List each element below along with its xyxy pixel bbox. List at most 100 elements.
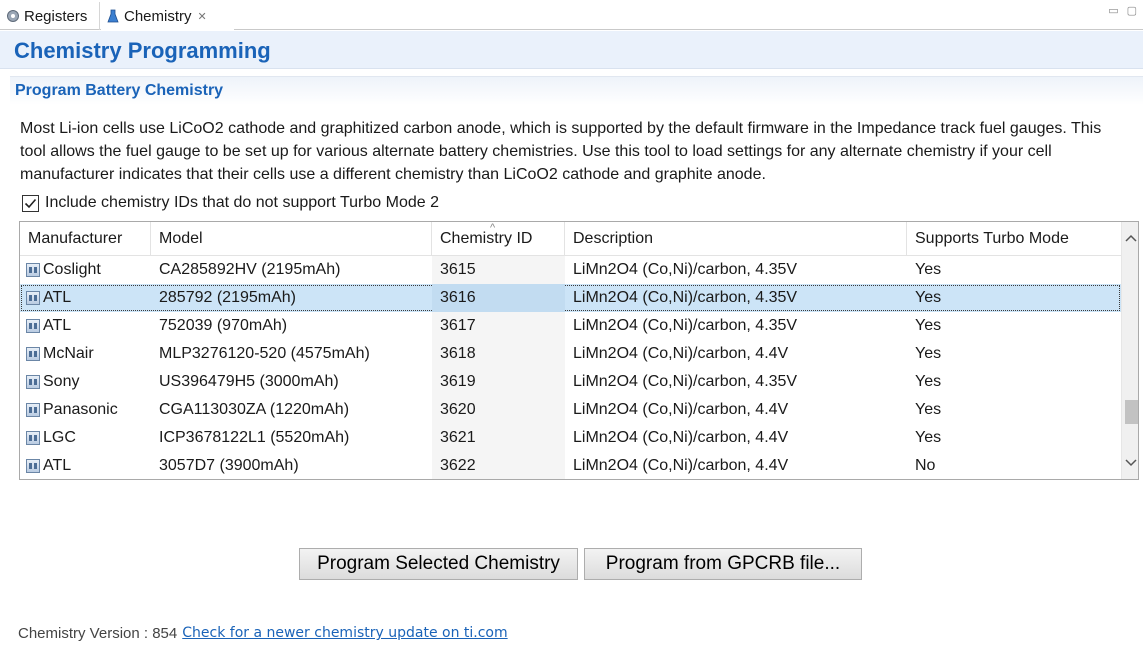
battery-record-icon [26, 375, 40, 389]
cell-manufacturer-text: ATL [43, 317, 72, 334]
cell-description: LiMn2O4 (Co,Ni)/carbon, 4.4V [565, 396, 907, 424]
sort-indicator-icon: ^ [490, 222, 496, 234]
cell-manufacturer: ATL [20, 452, 151, 479]
update-link[interactable]: Check for a newer chemistry update on ti… [182, 625, 507, 642]
cell-manufacturer: Coslight [20, 256, 151, 284]
cell-supports-turbo-text: No [915, 457, 936, 474]
close-tab-icon[interactable]: ✕ [198, 10, 207, 23]
description-text: Most Li-ion cells use LiCoO2 cathode and… [20, 120, 1102, 183]
cell-chemistry-id: 3616 [432, 284, 565, 312]
cell-manufacturer-text: Coslight [43, 261, 101, 278]
cell-manufacturer: Sony [20, 368, 151, 396]
table-row[interactable]: LGC ICP3678122L1 (5520mAh) 3621 LiMn2O4 (Co… [20, 424, 1121, 452]
page-header: Chemistry Programming [0, 31, 1143, 69]
cell-manufacturer: ATL [20, 284, 151, 312]
tab-registers[interactable]: Registers [0, 2, 100, 30]
cell-chemistry-id-text: 3622 [440, 457, 476, 474]
table-row[interactable]: Sony US396479H5 (3000mAh) 3619 LiMn2O4 (Co,… [20, 368, 1121, 396]
cell-model-text: 3057D7 (3900mAh) [159, 457, 299, 474]
include-ids-label: Include chemistry IDs that do not suppor… [45, 194, 439, 211]
cell-description: LiMn2O4 (Co,Ni)/carbon, 4.35V [565, 256, 907, 284]
column-description[interactable]: Description [565, 222, 907, 256]
cell-chemistry-id: 3620 [432, 396, 565, 424]
cell-manufacturer: McNair [20, 340, 151, 368]
cell-supports-turbo-text: Yes [915, 429, 942, 446]
cell-model-text: MLP3276120-520 (4575mAh) [159, 345, 370, 362]
cell-manufacturer-text: LGC [43, 429, 76, 446]
editor-tab-bar: Registers Chemistry ✕ ▭ ▢ [0, 0, 1143, 30]
gear-icon [6, 9, 20, 23]
cell-model: 285792 (2195mAh) [151, 284, 432, 312]
scroll-up-icon[interactable] [1122, 228, 1138, 248]
tab-chemistry-label: Chemistry [124, 7, 192, 25]
cell-manufacturer: ATL [20, 312, 151, 340]
include-ids-checkbox[interactable] [22, 194, 39, 212]
cell-supports-turbo: Yes [907, 256, 1121, 284]
cell-model-text: ICP3678122L1 (5520mAh) [159, 429, 350, 446]
cell-supports-turbo-text: Yes [915, 289, 942, 306]
page-title: Chemistry Programming [14, 38, 271, 63]
cell-description-text: LiMn2O4 (Co,Ni)/carbon, 4.35V [573, 373, 798, 390]
cell-description-text: LiMn2O4 (Co,Ni)/carbon, 4.4V [573, 401, 789, 418]
cell-manufacturer: Panasonic [20, 396, 151, 424]
cell-model: MLP3276120-520 (4575mAh) [151, 340, 432, 368]
column-chemistry-id-label: Chemistry ID [440, 230, 533, 247]
chemistry-table: Manufacturer Model ^ Chemistry ID Descri… [19, 221, 1139, 480]
cell-chemistry-id-text: 3621 [440, 429, 476, 446]
cell-model: 3057D7 (3900mAh) [151, 452, 432, 479]
cell-supports-turbo: Yes [907, 312, 1121, 340]
tab-registers-label: Registers [24, 7, 88, 25]
scroll-down-icon[interactable] [1122, 453, 1138, 473]
program-selected-chemistry-button[interactable]: Program Selected Chemistry [299, 548, 578, 580]
flask-icon [106, 9, 120, 23]
cell-description-text: LiMn2O4 (Co,Ni)/carbon, 4.4V [573, 345, 789, 362]
cell-model-text: 285792 (2195mAh) [159, 289, 296, 306]
column-model[interactable]: Model [151, 222, 432, 256]
cell-manufacturer: LGC [20, 424, 151, 452]
cell-supports-turbo: Yes [907, 284, 1121, 312]
program-from-gpcrb-button[interactable]: Program from GPCRB file... [584, 548, 862, 580]
table-vertical-scrollbar[interactable] [1121, 222, 1138, 479]
cell-description-text: LiMn2O4 (Co,Ni)/carbon, 4.4V [573, 429, 789, 446]
cell-manufacturer-text: Sony [43, 373, 80, 390]
chemistry-version: Chemistry Version : 854 [18, 625, 178, 642]
column-supports-turbo[interactable]: Supports Turbo Mode [907, 222, 1121, 256]
cell-supports-turbo-text: Yes [915, 345, 942, 362]
footer: Chemistry Version : 854 Check for a newe… [18, 625, 508, 642]
section-title: Program Battery Chemistry [15, 82, 224, 99]
column-manufacturer[interactable]: Manufacturer [20, 222, 151, 256]
section-divider [10, 76, 1143, 77]
battery-record-icon [26, 403, 40, 417]
cell-model-text: CA285892HV (2195mAh) [159, 261, 341, 278]
maximize-icon[interactable]: ▢ [1127, 4, 1137, 17]
cell-supports-turbo: Yes [907, 424, 1121, 452]
column-chemistry-id[interactable]: ^ Chemistry ID [432, 222, 565, 256]
cell-model-text: US396479H5 (3000mAh) [159, 373, 339, 390]
turbo-mode-filter[interactable]: Include chemistry IDs that do not suppor… [22, 194, 439, 212]
cell-chemistry-id-text: 3615 [440, 261, 476, 278]
cell-model: CGA113030ZA (1220mAh) [151, 396, 432, 424]
table-row[interactable]: ATL 285792 (2195mAh) 3616 LiMn2O4 (Co,Ni)/c… [20, 284, 1121, 312]
cell-supports-turbo: Yes [907, 340, 1121, 368]
table-row[interactable]: Panasonic CGA113030ZA (1220mAh) 3620 LiMn2O… [20, 396, 1121, 424]
cell-supports-turbo-text: Yes [915, 401, 942, 418]
battery-record-icon [26, 431, 40, 445]
tab-chemistry[interactable]: Chemistry ✕ [101, 2, 234, 30]
table-row[interactable]: ATL 752039 (970mAh) 3617 LiMn2O4 (Co,Ni)/ca… [20, 312, 1121, 340]
table-row[interactable]: Coslight CA285892HV (2195mAh) 3615 LiMn2O4 … [20, 256, 1121, 284]
cell-description-text: LiMn2O4 (Co,Ni)/carbon, 4.35V [573, 261, 798, 278]
cell-chemistry-id: 3621 [432, 424, 565, 452]
cell-description: LiMn2O4 (Co,Ni)/carbon, 4.4V [565, 452, 907, 479]
minimize-icon[interactable]: ▭ [1108, 4, 1118, 17]
table-header: Manufacturer Model ^ Chemistry ID Descri… [20, 222, 1121, 256]
cell-description: LiMn2O4 (Co,Ni)/carbon, 4.4V [565, 424, 907, 452]
battery-record-icon [26, 347, 40, 361]
table-row[interactable]: ATL 3057D7 (3900mAh) 3622 LiMn2O4 (Co,Ni)/c… [20, 452, 1121, 479]
battery-record-icon [26, 263, 40, 277]
cell-supports-turbo: Yes [907, 368, 1121, 396]
cell-model: CA285892HV (2195mAh) [151, 256, 432, 284]
cell-chemistry-id-text: 3619 [440, 373, 476, 390]
cell-description-text: LiMn2O4 (Co,Ni)/carbon, 4.35V [573, 317, 798, 334]
scrollbar-thumb[interactable] [1125, 399, 1138, 425]
table-row[interactable]: McNair MLP3276120-520 (4575mAh) 3618 LiMn2O… [20, 340, 1121, 368]
